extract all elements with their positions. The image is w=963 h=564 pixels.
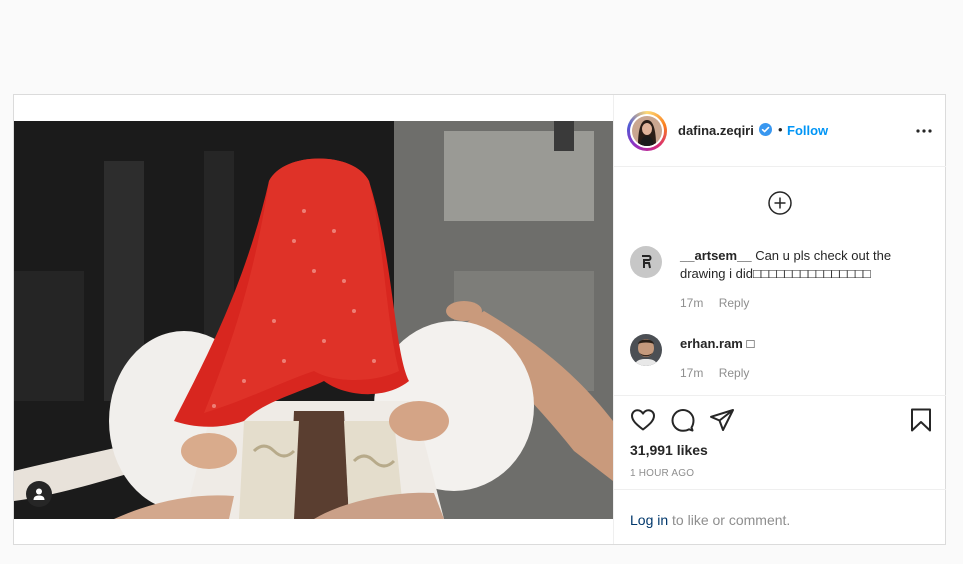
photo-illustration (14, 121, 613, 519)
tag-user-icon (33, 488, 45, 500)
follow-button[interactable]: Follow (787, 123, 828, 138)
post-photo[interactable] (14, 121, 613, 519)
login-prompt-text: to like or comment. (668, 512, 791, 528)
heart-icon[interactable] (630, 408, 656, 432)
post-side-panel: dafina.zeqiri • Follow __artsem__ Can u … (613, 95, 946, 544)
commenter-avatar[interactable] (630, 334, 662, 366)
comment-username[interactable]: erhan.ram (680, 336, 743, 351)
bookmark-icon[interactable] (910, 408, 932, 432)
login-link[interactable]: Log in (630, 512, 668, 528)
verified-icon (759, 123, 772, 136)
profile-photo (632, 116, 662, 146)
commenter-avatar-image (630, 246, 662, 278)
more-options-icon[interactable] (916, 123, 932, 139)
login-prompt: Log in to like or comment. (614, 489, 946, 544)
commenter-avatar[interactable] (630, 246, 662, 278)
post-card: dafina.zeqiri • Follow __artsem__ Can u … (13, 94, 946, 545)
commenter-avatar-image (630, 334, 662, 366)
reply-button[interactable]: Reply (719, 296, 750, 310)
post-username[interactable]: dafina.zeqiri (678, 123, 754, 138)
profile-avatar[interactable] (627, 111, 667, 151)
comment-text: □ (746, 336, 755, 351)
post-header: dafina.zeqiri • Follow (614, 95, 946, 167)
comment-username[interactable]: __artsem__ (680, 248, 752, 263)
tag-user-button[interactable] (26, 481, 52, 507)
reply-button[interactable]: Reply (719, 366, 750, 380)
post-actions: 31,991 likes 1 HOUR AGO (614, 395, 946, 489)
post-media[interactable] (14, 95, 613, 544)
comment-age: 17m (680, 296, 704, 310)
post-timestamp: 1 HOUR AGO (630, 468, 695, 479)
comment-age: 17m (680, 366, 704, 380)
likes-count[interactable]: 31,991 likes (630, 442, 708, 458)
separator-dot: • (778, 122, 783, 137)
comment-icon[interactable] (670, 408, 696, 432)
share-icon[interactable] (709, 408, 735, 432)
add-circle-icon[interactable] (768, 191, 792, 215)
